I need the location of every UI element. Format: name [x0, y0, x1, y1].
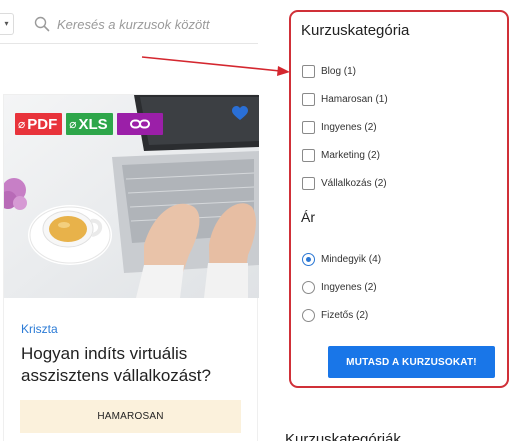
price-filter-title: Ár: [301, 209, 315, 225]
xls-badge-label: XLS: [78, 115, 108, 133]
show-courses-button[interactable]: MUTASD A KURZUSOKAT!: [328, 346, 495, 378]
checkbox[interactable]: [302, 176, 315, 190]
radio-button[interactable]: [302, 280, 315, 294]
option-label: Vállalkozás (2): [321, 177, 387, 189]
option-label: Hamarosan (1): [321, 93, 388, 105]
annotation-arrow: [141, 56, 290, 76]
radio-button[interactable]: [302, 252, 315, 266]
course-thumbnail[interactable]: ⌀ PDF ⌀ XLS: [4, 95, 259, 298]
price-option-free[interactable]: Ingyenes (2): [302, 279, 377, 295]
option-label: Mindegyik (4): [321, 253, 382, 265]
course-title[interactable]: Hogyan indíts virtuális asszisztens váll…: [21, 343, 246, 387]
paperclip-icon: ⌀: [69, 117, 77, 131]
category-option-vallalkozas[interactable]: Vállalkozás (2): [302, 175, 387, 191]
option-label: Ingyenes (2): [321, 121, 377, 133]
radio-button[interactable]: [302, 308, 315, 322]
option-label: Marketing (2): [321, 149, 380, 161]
price-option-paid[interactable]: Fizetős (2): [302, 307, 368, 323]
filter-panel: Kurzuskategória Blog (1) Hamarosan (1) I…: [289, 10, 509, 388]
checkbox[interactable]: [302, 148, 315, 162]
search-icon[interactable]: [34, 16, 50, 32]
checkbox[interactable]: [302, 120, 315, 134]
category-option-ingyenes[interactable]: Ingyenes (2): [302, 119, 377, 135]
link-badge: [116, 113, 163, 135]
paperclip-icon: ⌀: [18, 117, 26, 131]
author-link[interactable]: Kriszta: [21, 322, 58, 336]
pdf-badge-label: PDF: [27, 115, 58, 133]
link-icon: [129, 119, 150, 129]
option-label: Ingyenes (2): [321, 281, 377, 293]
category-option-hamarosan[interactable]: Hamarosan (1): [302, 91, 388, 107]
checkbox[interactable]: [302, 64, 315, 78]
file-type-badges: ⌀ PDF ⌀ XLS: [15, 113, 163, 135]
category-filter-title: Kurzuskategória: [301, 22, 410, 39]
section-heading: Kurzuskategóriák: [285, 431, 401, 441]
course-card[interactable]: ⌀ PDF ⌀ XLS Kriszta Hogyan indíts virtuá…: [3, 94, 259, 441]
checkbox[interactable]: [302, 92, 315, 106]
search-input[interactable]: [57, 14, 253, 34]
category-dropdown-toggle[interactable]: ▾: [0, 13, 14, 35]
option-label: Fizetős (2): [321, 309, 369, 321]
pdf-badge: ⌀ PDF: [15, 113, 63, 135]
option-label: Blog (1): [321, 65, 357, 77]
heart-icon[interactable]: [232, 106, 248, 121]
category-option-blog[interactable]: Blog (1): [302, 63, 356, 79]
price-option-all[interactable]: Mindegyik (4): [302, 251, 381, 267]
xls-badge: ⌀ XLS: [66, 113, 113, 135]
search-bar: ▾: [0, 4, 258, 44]
category-option-marketing[interactable]: Marketing (2): [302, 147, 380, 163]
status-button[interactable]: HAMAROSAN: [20, 400, 241, 433]
